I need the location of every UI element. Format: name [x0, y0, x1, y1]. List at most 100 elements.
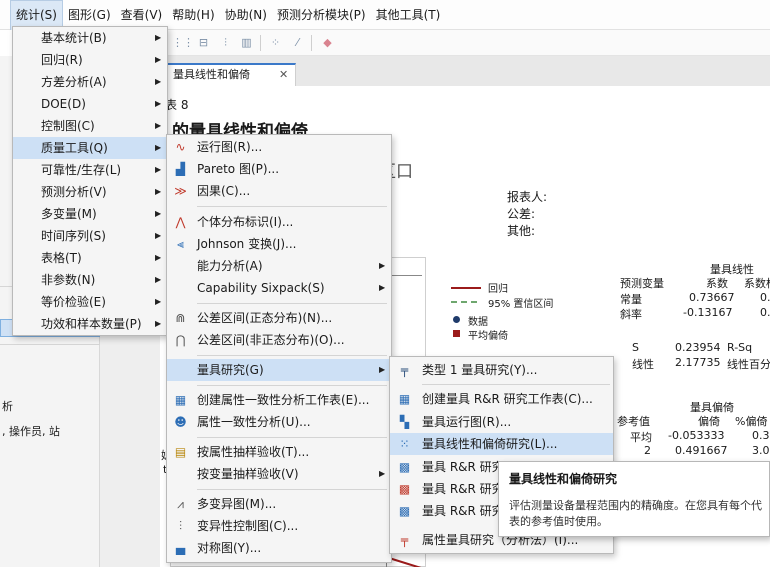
menu-item-create-gage-rr-worksheet[interactable]: ▦ 创建量具 R&R 研究工作表(C)...	[390, 388, 613, 410]
linearity-row-name: 斜率	[620, 308, 642, 321]
menu-item-control-charts[interactable]: 控制图(C) ▶	[13, 115, 167, 137]
menu-item-sixpack[interactable]: Capability Sixpack(S) ▶	[167, 277, 391, 299]
menu-item-multivariate[interactable]: 多变量(M) ▶	[13, 203, 167, 225]
menu-item-predictive[interactable]: 预测分析(V) ▶	[13, 181, 167, 203]
menu-item-label: 公差区间(非正态分布)(O)...	[197, 333, 345, 347]
distribution-icon: ⋀	[175, 215, 186, 229]
menu-help[interactable]: 帮助(H)	[167, 0, 219, 30]
menu-item-tolerance-nonnormal[interactable]: ⋂ 公差区间(非正态分布)(O)...	[167, 329, 391, 351]
scatter-icon[interactable]: ⁘	[268, 36, 283, 50]
reporter-label: 报表人:	[507, 190, 548, 204]
menu-separator	[197, 385, 387, 386]
menu-item-label: 时间序列(S)	[41, 229, 106, 243]
toolbar: ⋮⋮ ⊟ ⫶ ▥ ⁘ ⁄ ◆	[160, 30, 770, 56]
menu-item-label: 质量工具(Q)	[41, 141, 108, 155]
toolbar-separator	[260, 35, 261, 51]
menu-item-regression[interactable]: 回归(R) ▶	[13, 49, 167, 71]
menu-assist[interactable]: 协助(N)	[220, 0, 272, 30]
menu-item-capability[interactable]: 能力分析(A) ▶	[167, 255, 391, 277]
gage-rr-icon: ▩	[398, 482, 411, 496]
menu-item-type1-gage[interactable]: ╤ 类型 1 量具研究(Y)...	[390, 359, 613, 381]
menu-item-gage-study[interactable]: 量具研究(G) ▶	[167, 359, 391, 381]
linearity-s-label: S	[632, 341, 639, 354]
linearity-row-se: 0.	[760, 306, 770, 319]
menu-item-label: 运行图(R)...	[197, 140, 263, 154]
menu-separator	[197, 303, 387, 304]
dotplot-icon[interactable]: ⋮⋮	[172, 36, 194, 50]
interval-icon[interactable]: ⫶	[218, 36, 233, 50]
menu-item-multi-vari[interactable]: ⩘ 多变异图(M)...	[167, 493, 391, 515]
menu-item-cause-effect[interactable]: ≫ 因果(C)...	[167, 180, 391, 202]
menu-item-run-chart[interactable]: ∿ 运行图(R)...	[167, 136, 391, 158]
people-icon: ☻	[174, 415, 187, 429]
menu-item-power[interactable]: 功效和样本数量(P) ▶	[13, 313, 167, 335]
menu-predictive[interactable]: 预测分析模块(P)	[272, 0, 371, 30]
menu-item-tolerance-normal[interactable]: ⋒ 公差区间(正态分布)(N)...	[167, 307, 391, 329]
eraser-icon[interactable]: ◆	[320, 36, 335, 50]
menu-item-doe[interactable]: DOE(D) ▶	[13, 93, 167, 115]
menu-item-label: 创建量具 R&R 研究工作表(C)...	[422, 392, 593, 406]
tolerance-icon: ⋒	[175, 311, 186, 325]
menu-item-label: 按变量抽样验收(V)	[197, 467, 299, 481]
menu-item-label: 方差分析(A)	[41, 75, 107, 89]
submenu-arrow-icon: ▶	[155, 165, 162, 174]
boxplot-icon[interactable]: ⊟	[196, 36, 211, 50]
submenu-arrow-icon: ▶	[155, 209, 162, 218]
menu-item-johnson[interactable]: ⫷ Johnson 变换(J)...	[167, 233, 391, 255]
menu-item-attribute-agreement[interactable]: ☻ 属性一致性分析(U)...	[167, 411, 391, 433]
submenu-arrow-icon: ▶	[155, 297, 162, 306]
menu-item-gage-linearity-bias[interactable]: ⁙ 量具线性和偏倚研究(L)...	[390, 433, 613, 455]
menu-file[interactable]	[0, 0, 10, 30]
legend-data-icon	[453, 316, 460, 323]
linearity-row-coef: -0.13167	[683, 306, 733, 319]
menu-item-label: 创建属性一致性分析工作表(E)...	[197, 393, 370, 407]
menu-item-label: Capability Sixpack(S)	[197, 281, 325, 295]
nav-divider	[0, 344, 100, 345]
menu-separator	[422, 384, 610, 385]
menu-item-attribute-sampling[interactable]: ▤ 按属性抽样验收(T)...	[167, 441, 391, 463]
menu-item-tables[interactable]: 表格(T) ▶	[13, 247, 167, 269]
menu-item-variability-chart[interactable]: ⫶ 变异性控制图(C)...	[167, 515, 391, 537]
menu-item-label: 多变量(M)	[41, 207, 97, 221]
symmetry-icon: ▄	[175, 541, 186, 555]
menu-item-label: 回归(R)	[41, 53, 83, 67]
menu-tooltip: 量具线性和偏倚研究 评估测量设备量程范围内的精确度。在您具有每个代表的参考值时使…	[498, 461, 770, 537]
menu-item-anova[interactable]: 方差分析(A) ▶	[13, 71, 167, 93]
gage-rr-icon: ▩	[398, 504, 411, 518]
menu-item-nonparametric[interactable]: 非参数(N) ▶	[13, 269, 167, 291]
menu-other-tools[interactable]: 其他工具(T)	[371, 0, 446, 30]
nav-text-analysis: 析	[2, 400, 13, 413]
attribute-gage-icon: ╤	[400, 533, 409, 547]
close-icon[interactable]: ✕	[279, 65, 288, 85]
menu-item-label: 控制图(C)	[41, 119, 95, 133]
menu-item-time-series[interactable]: 时间序列(S) ▶	[13, 225, 167, 247]
submenu-arrow-icon: ▶	[379, 283, 386, 292]
tab-label: 量具线性和偏倚	[173, 68, 250, 81]
menu-item-label: 对称图(Y)...	[197, 541, 262, 555]
submenu-arrow-icon: ▶	[155, 55, 162, 64]
menu-item-quality-tools[interactable]: 质量工具(Q) ▶	[13, 137, 167, 159]
multi-vari-icon: ⩘	[177, 497, 184, 511]
bias-row-bias: 0.491667	[675, 444, 728, 457]
menu-item-symmetry-plot[interactable]: ▄ 对称图(Y)...	[167, 537, 391, 559]
menu-separator	[197, 437, 387, 438]
linearity-row-name: 常量	[620, 293, 642, 306]
menu-item-reliability[interactable]: 可靠性/生存(L) ▶	[13, 159, 167, 181]
menu-item-basic-stats[interactable]: 基本统计(B) ▶	[13, 27, 167, 49]
menu-item-label: 属性一致性分析(U)...	[197, 415, 311, 429]
tab-gage-linearity[interactable]: 量具线性和偏倚 ✕	[160, 63, 296, 86]
submenu-arrow-icon: ▶	[379, 365, 386, 374]
bar-icon[interactable]: ▥	[239, 36, 254, 50]
submenu-arrow-icon: ▶	[379, 469, 386, 478]
linearity-rsq-label: R-Sq	[727, 341, 753, 354]
menu-item-equivalence[interactable]: 等价检验(E) ▶	[13, 291, 167, 313]
menu-item-label: 预测分析(V)	[41, 185, 107, 199]
johnson-icon: ⫷	[177, 237, 184, 251]
menu-item-gage-run-chart[interactable]: ▚ 量具运行图(R)...	[390, 411, 613, 433]
pareto-icon: ▟	[175, 162, 186, 176]
menu-item-individual-distribution[interactable]: ⋀ 个体分布标识(I)...	[167, 211, 391, 233]
scatter-fit-icon[interactable]: ⁄	[290, 36, 305, 50]
menu-item-variable-sampling[interactable]: 按变量抽样验收(V) ▶	[167, 463, 391, 485]
menu-item-pareto[interactable]: ▟ Pareto 图(P)...	[167, 158, 391, 180]
menu-item-create-attribute-worksheet[interactable]: ▦ 创建属性一致性分析工作表(E)...	[167, 389, 391, 411]
